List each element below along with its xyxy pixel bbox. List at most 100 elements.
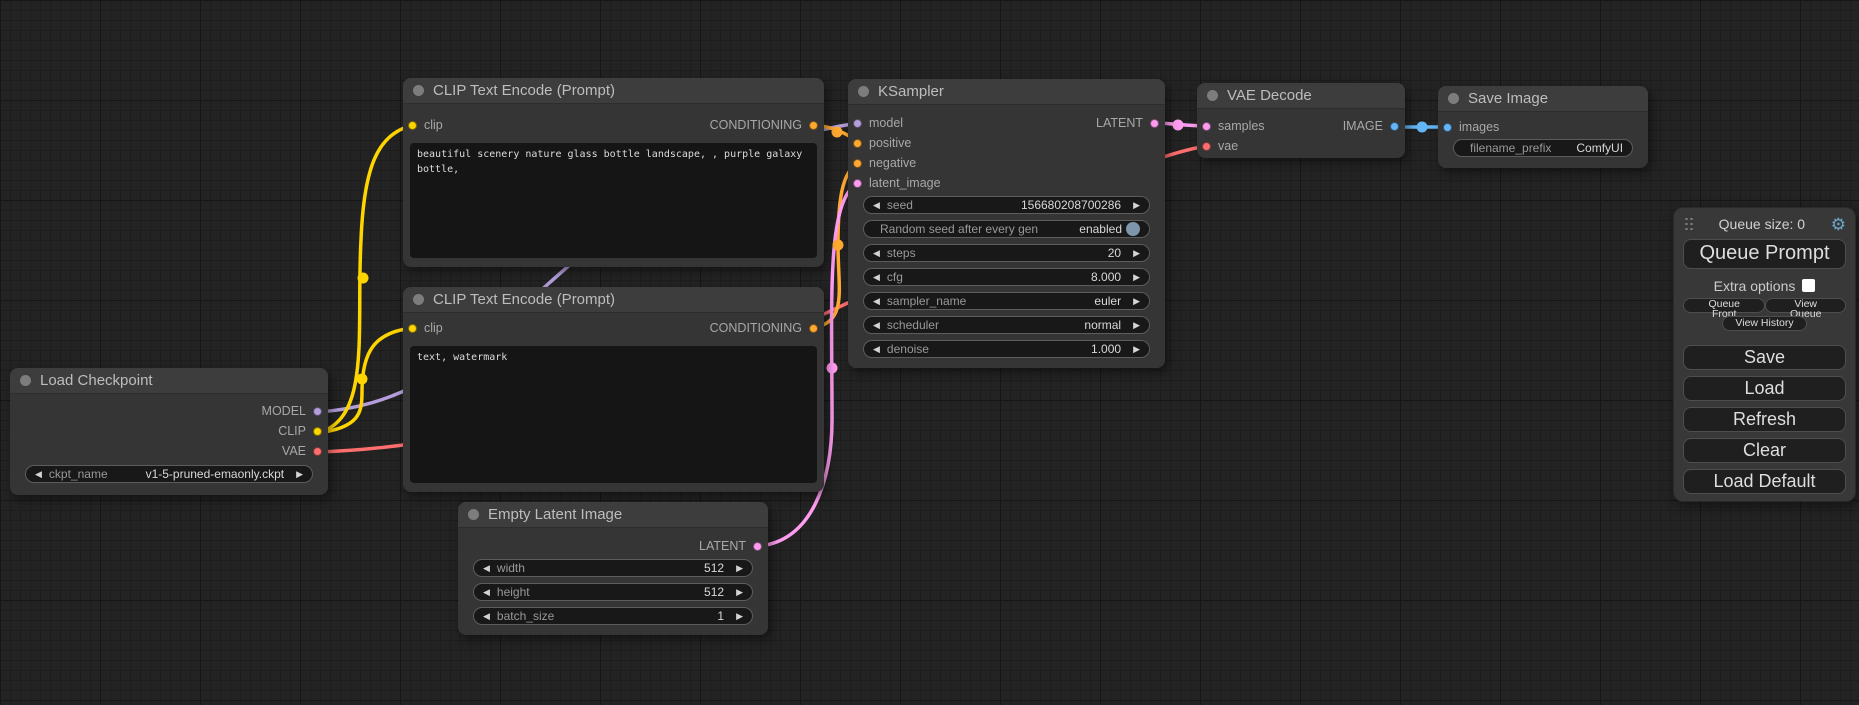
collapse-dot-icon[interactable] <box>413 294 424 305</box>
drag-handle-icon[interactable] <box>1685 218 1693 231</box>
input-port-samples[interactable] <box>1202 122 1211 131</box>
node-empty-latent-image[interactable]: Empty Latent Image LATENT ◀ width 512 ▶ … <box>458 502 768 635</box>
view-queue-button[interactable]: View Queue <box>1765 298 1846 313</box>
collapse-dot-icon[interactable] <box>413 85 424 96</box>
node-title-bar[interactable]: CLIP Text Encode (Prompt) <box>403 78 824 104</box>
node-vae-decode[interactable]: VAE Decode samples IMAGE vae <box>1197 83 1405 158</box>
collapse-dot-icon[interactable] <box>20 375 31 386</box>
input-port-clip[interactable] <box>408 324 417 333</box>
widget-label: cfg <box>887 270 903 284</box>
widget-batch-size[interactable]: ◀ batch_size 1 ▶ <box>473 607 753 625</box>
decrement-arrow-icon[interactable]: ◀ <box>873 201 880 210</box>
link-midpoint-dot <box>827 363 838 374</box>
decrement-arrow-icon[interactable]: ◀ <box>873 249 880 258</box>
node-title-bar[interactable]: Empty Latent Image <box>458 502 768 528</box>
queue-prompt-button[interactable]: Queue Prompt <box>1683 239 1846 270</box>
widget-height[interactable]: ◀ height 512 ▶ <box>473 583 753 601</box>
increment-arrow-icon[interactable]: ▶ <box>1133 297 1140 306</box>
widget-scheduler[interactable]: ◀ scheduler normal ▶ <box>863 316 1150 334</box>
decrement-arrow-icon[interactable]: ◀ <box>873 297 880 306</box>
prompt-textarea[interactable]: text, watermark <box>410 346 817 483</box>
node-title: Empty Latent Image <box>488 506 622 523</box>
widget-ckpt-name[interactable]: ◀ ckpt_name v1-5-pruned-emaonly.ckpt ▶ <box>25 465 313 483</box>
widget-value: 512 <box>704 585 724 599</box>
increment-arrow-icon[interactable]: ▶ <box>736 588 743 597</box>
node-clip-text-encode-negative[interactable]: CLIP Text Encode (Prompt) clip CONDITION… <box>403 287 824 492</box>
node-title-bar[interactable]: VAE Decode <box>1197 83 1405 109</box>
node-save-image[interactable]: Save Image images filename_prefix ComfyU… <box>1438 86 1648 168</box>
queue-front-button[interactable]: Queue Front <box>1683 298 1765 313</box>
decrement-arrow-icon[interactable]: ◀ <box>873 321 880 330</box>
view-history-button[interactable]: View History <box>1722 316 1806 331</box>
increment-arrow-icon[interactable]: ▶ <box>1133 345 1140 354</box>
input-label-model: model <box>869 116 903 130</box>
output-port-image[interactable] <box>1390 122 1399 131</box>
input-port-images[interactable] <box>1443 123 1452 132</box>
input-label-latent-image: latent_image <box>869 176 941 190</box>
widget-seed[interactable]: ◀ seed 156680208700286 ▶ <box>863 196 1150 214</box>
link-midpoint-dot <box>357 374 368 385</box>
input-port-vae[interactable] <box>1202 142 1211 151</box>
widget-label: scheduler <box>887 318 939 332</box>
output-port-vae[interactable] <box>313 447 322 456</box>
input-port-clip[interactable] <box>408 121 417 130</box>
output-port-latent[interactable] <box>753 542 762 551</box>
widget-denoise[interactable]: ◀ denoise 1.000 ▶ <box>863 340 1150 358</box>
widget-label: filename_prefix <box>1470 141 1551 155</box>
widget-filename-prefix[interactable]: filename_prefix ComfyUI <box>1453 139 1633 157</box>
decrement-arrow-icon[interactable]: ◀ <box>483 612 490 621</box>
widget-cfg[interactable]: ◀ cfg 8.000 ▶ <box>863 268 1150 286</box>
collapse-dot-icon[interactable] <box>858 86 869 97</box>
decrement-arrow-icon[interactable]: ◀ <box>35 470 42 479</box>
increment-arrow-icon[interactable]: ▶ <box>1133 249 1140 258</box>
output-port-latent[interactable] <box>1150 119 1159 128</box>
link-midpoint-dot <box>833 240 844 251</box>
widget-random-seed-toggle[interactable]: Random seed after every gen enabled <box>863 220 1150 238</box>
save-button[interactable]: Save <box>1683 345 1846 370</box>
node-ksampler[interactable]: KSampler model LATENT positive negative … <box>848 79 1165 368</box>
prompt-textarea[interactable]: beautiful scenery nature glass bottle la… <box>410 143 817 258</box>
clear-button[interactable]: Clear <box>1683 438 1846 463</box>
increment-arrow-icon[interactable]: ▶ <box>1133 273 1140 282</box>
input-port-positive[interactable] <box>853 139 862 148</box>
output-port-clip[interactable] <box>313 427 322 436</box>
collapse-dot-icon[interactable] <box>1207 90 1218 101</box>
toggle-circle-icon[interactable] <box>1126 222 1140 236</box>
node-title-bar[interactable]: Load Checkpoint <box>10 368 328 394</box>
node-load-checkpoint[interactable]: Load Checkpoint MODEL CLIP VAE ◀ ckpt_na… <box>10 368 328 495</box>
queue-size-label: Queue size: 0 <box>1693 216 1831 232</box>
collapse-dot-icon[interactable] <box>1448 93 1459 104</box>
extra-options-checkbox[interactable] <box>1802 279 1815 292</box>
node-title-bar[interactable]: KSampler <box>848 79 1165 105</box>
widget-value: 1 <box>717 609 724 623</box>
link-midpoint-dot <box>358 273 369 284</box>
decrement-arrow-icon[interactable]: ◀ <box>873 273 880 282</box>
output-port-conditioning[interactable] <box>809 121 818 130</box>
widget-width[interactable]: ◀ width 512 ▶ <box>473 559 753 577</box>
input-port-latent-image[interactable] <box>853 179 862 188</box>
collapse-dot-icon[interactable] <box>468 509 479 520</box>
node-clip-text-encode-positive[interactable]: CLIP Text Encode (Prompt) clip CONDITION… <box>403 78 824 267</box>
refresh-button[interactable]: Refresh <box>1683 407 1846 432</box>
node-title-bar[interactable]: Save Image <box>1438 86 1648 112</box>
input-port-negative[interactable] <box>853 159 862 168</box>
node-canvas[interactable]: Load Checkpoint MODEL CLIP VAE ◀ ckpt_na… <box>0 0 1859 705</box>
load-button[interactable]: Load <box>1683 376 1846 401</box>
increment-arrow-icon[interactable]: ▶ <box>296 470 303 479</box>
increment-arrow-icon[interactable]: ▶ <box>736 564 743 573</box>
output-port-model[interactable] <box>313 407 322 416</box>
widget-sampler-name[interactable]: ◀ sampler_name euler ▶ <box>863 292 1150 310</box>
increment-arrow-icon[interactable]: ▶ <box>736 612 743 621</box>
output-port-conditioning[interactable] <box>809 324 818 333</box>
increment-arrow-icon[interactable]: ▶ <box>1133 201 1140 210</box>
input-label-positive: positive <box>869 136 911 150</box>
widget-steps[interactable]: ◀ steps 20 ▶ <box>863 244 1150 262</box>
input-port-model[interactable] <box>853 119 862 128</box>
load-default-button[interactable]: Load Default <box>1683 469 1846 494</box>
node-title-bar[interactable]: CLIP Text Encode (Prompt) <box>403 287 824 313</box>
decrement-arrow-icon[interactable]: ◀ <box>483 564 490 573</box>
increment-arrow-icon[interactable]: ▶ <box>1133 321 1140 330</box>
settings-gear-icon[interactable]: ⚙ <box>1831 216 1846 233</box>
decrement-arrow-icon[interactable]: ◀ <box>483 588 490 597</box>
decrement-arrow-icon[interactable]: ◀ <box>873 345 880 354</box>
